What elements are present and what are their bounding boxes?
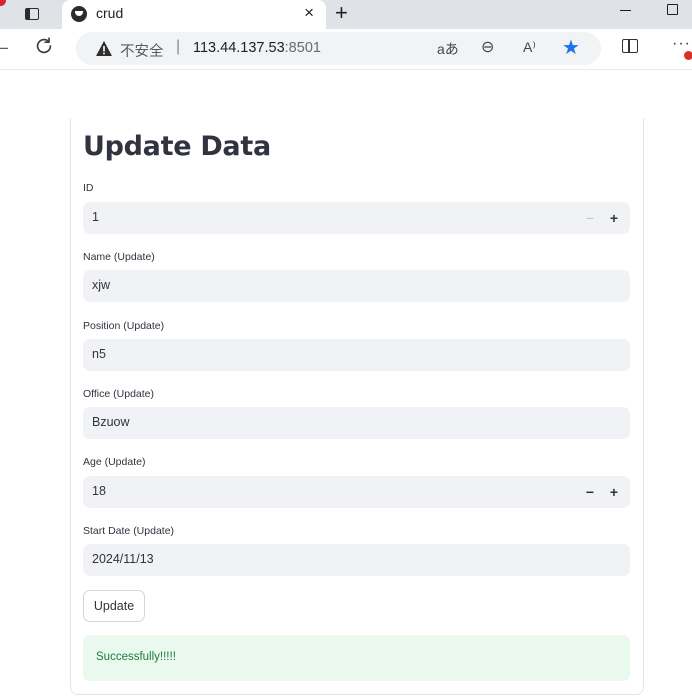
name-label: Name (Update) <box>83 251 155 263</box>
update-button[interactable]: Update <box>83 590 145 622</box>
id-increment-button[interactable]: + <box>604 209 624 227</box>
name-input[interactable]: xjw <box>83 270 630 302</box>
reload-icon[interactable] <box>33 35 55 57</box>
age-increment-button[interactable]: + <box>604 483 624 501</box>
age-label: Age (Update) <box>83 456 146 468</box>
position-label: Position (Update) <box>83 320 165 332</box>
notification-badge <box>0 0 6 6</box>
read-aloud-icon[interactable]: A⁾ <box>523 39 536 56</box>
toolbar-divider <box>0 69 692 70</box>
id-decrement-button[interactable]: − <box>580 209 600 227</box>
split-screen-icon[interactable] <box>622 39 638 53</box>
tab-actions-icon <box>25 8 39 20</box>
success-alert: Successfully!!!!! <box>83 635 630 681</box>
read-aloud-aa-icon[interactable]: aあ <box>437 39 459 59</box>
start-date-label: Start Date (Update) <box>83 525 175 537</box>
age-number-input[interactable]: 18 − + <box>83 476 630 508</box>
name-value: xjw <box>92 278 111 292</box>
browser-toolbar: – 不安全 | 113.44.137.53:8501 aあ ⊖ A⁾ ★ ··· <box>0 29 692 69</box>
back-arrow-icon[interactable]: – <box>0 37 8 58</box>
id-label: ID <box>83 182 94 194</box>
start-date-input[interactable]: 2024/11/13 <box>83 544 630 576</box>
success-message: Successfully!!!!! <box>96 651 176 663</box>
tab-close-icon[interactable]: × <box>304 3 314 23</box>
window-minimize-icon[interactable] <box>620 10 631 11</box>
tab-actions-button[interactable] <box>22 4 42 24</box>
warning-icon <box>96 41 112 56</box>
position-value: n5 <box>92 347 106 361</box>
start-date-value: 2024/11/13 <box>92 552 154 566</box>
office-label: Office (Update) <box>83 388 155 400</box>
address-bar[interactable]: 不安全 | 113.44.137.53:8501 aあ ⊖ A⁾ ★ <box>76 32 601 65</box>
new-tab-icon[interactable]: + <box>335 0 348 26</box>
url-port: :8501 <box>284 40 321 56</box>
browser-tab[interactable]: crud × <box>62 0 326 29</box>
position-input[interactable]: n5 <box>83 339 630 371</box>
url-text[interactable]: 113.44.137.53:8501 <box>193 40 321 56</box>
tab-title: crud <box>96 5 124 21</box>
age-decrement-button[interactable]: − <box>580 483 600 501</box>
favorite-star-icon[interactable]: ★ <box>562 35 580 60</box>
id-value: 1 <box>92 210 99 224</box>
office-value: Bzuow <box>92 415 130 429</box>
url-host: 113.44.137.53 <box>193 40 285 56</box>
streamlit-favicon-icon <box>71 6 87 22</box>
page-title: Update Data <box>83 131 271 162</box>
age-value: 18 <box>92 484 106 498</box>
id-number-input[interactable]: 1 − + <box>83 202 630 234</box>
tab-strip: crud × + <box>0 0 692 29</box>
more-menu-badge <box>684 51 692 60</box>
window-maximize-icon[interactable] <box>667 4 678 15</box>
url-separator: | <box>176 38 181 55</box>
security-label[interactable]: 不安全 <box>120 40 164 61</box>
zoom-out-icon[interactable]: ⊖ <box>481 37 494 57</box>
office-input[interactable]: Bzuow <box>83 407 630 439</box>
